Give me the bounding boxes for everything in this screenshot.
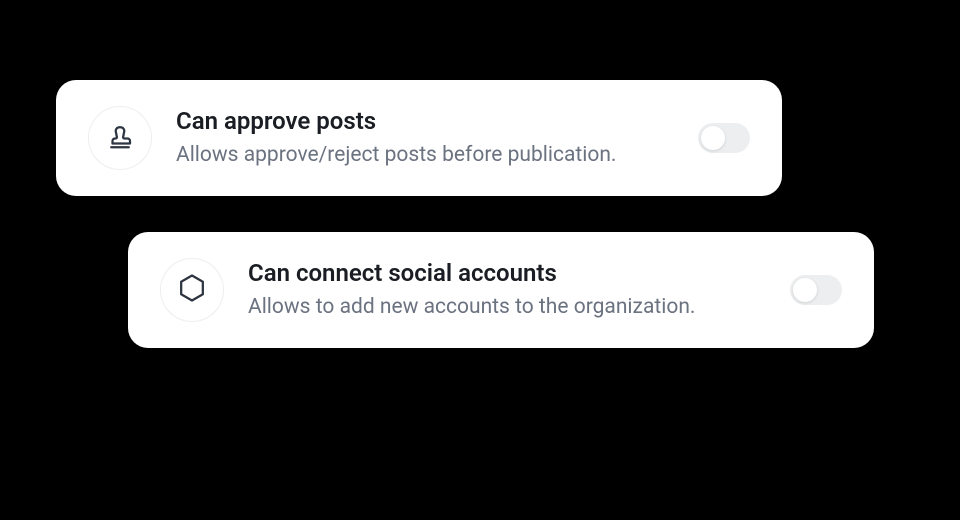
permission-toggle-connect-accounts[interactable] bbox=[790, 275, 842, 305]
permission-title: Can connect social accounts bbox=[248, 258, 766, 289]
permission-icon-container bbox=[160, 258, 224, 322]
permission-description: Allows to add new accounts to the organi… bbox=[248, 293, 766, 321]
permission-icon-container bbox=[88, 106, 152, 170]
stamp-icon bbox=[105, 121, 135, 155]
toggle-knob bbox=[793, 278, 817, 302]
permission-text: Can connect social accounts Allows to ad… bbox=[248, 258, 766, 322]
permission-card-approve-posts: Can approve posts Allows approve/reject … bbox=[56, 80, 782, 196]
permission-card-connect-accounts: Can connect social accounts Allows to ad… bbox=[128, 232, 874, 348]
hexagon-icon bbox=[177, 273, 207, 307]
toggle-knob bbox=[701, 126, 725, 150]
permission-toggle-approve-posts[interactable] bbox=[698, 123, 750, 153]
permission-text: Can approve posts Allows approve/reject … bbox=[176, 106, 674, 170]
permission-description: Allows approve/reject posts before publi… bbox=[176, 141, 674, 169]
permission-title: Can approve posts bbox=[176, 106, 674, 137]
